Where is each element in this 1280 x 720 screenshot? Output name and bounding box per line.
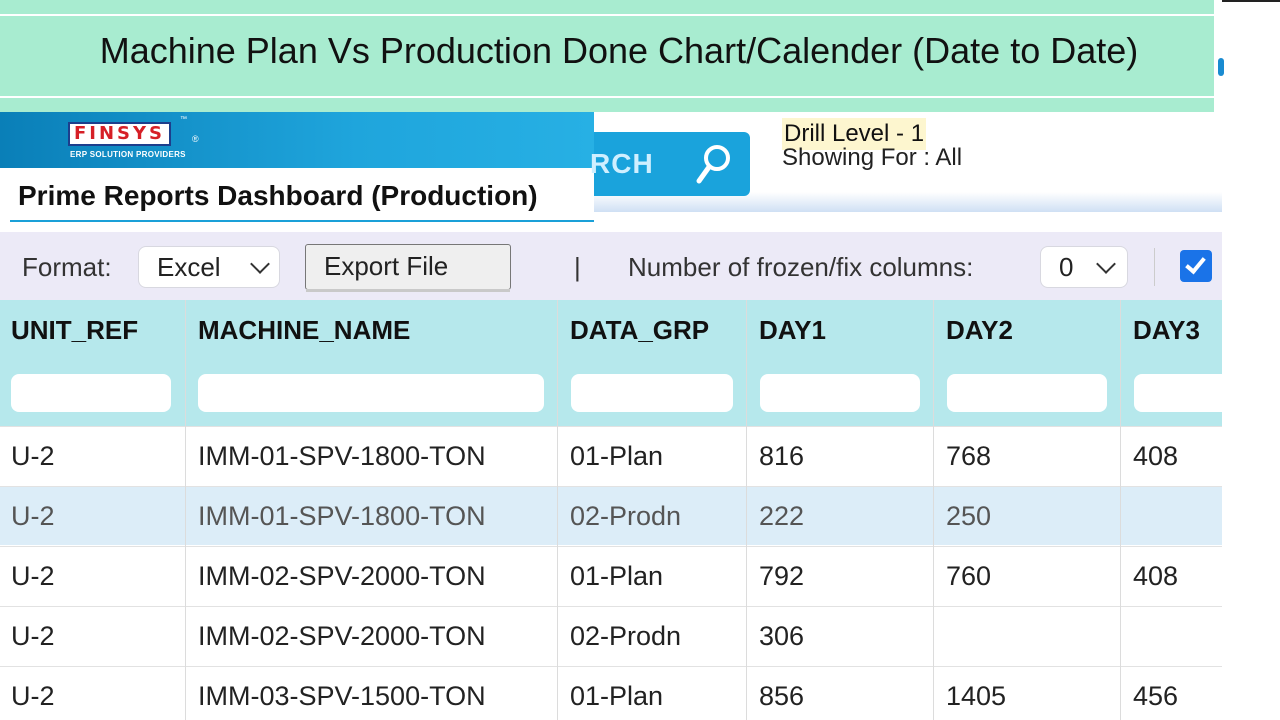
- toolbar-divider: [1154, 248, 1155, 286]
- table-row[interactable]: U-2 IMM-01-SPV-1800-TON 02-Prodn 222 250: [0, 486, 1222, 545]
- cell-data-grp: 02-Prodn: [570, 621, 682, 651]
- title-underline: [10, 220, 594, 222]
- cell-unit-ref: U-2: [11, 441, 55, 471]
- cell-data-grp: 02-Prodn: [570, 501, 682, 531]
- cell-unit-ref: U-2: [11, 621, 55, 651]
- cell-day3: 456: [1133, 681, 1179, 711]
- check-icon: [1185, 252, 1206, 275]
- logo-strip: FINSYS ™ ® ERP SOLUTION PROVIDERS: [0, 108, 594, 168]
- button-shadow: [306, 289, 510, 292]
- frozen-columns-value: 0: [1059, 252, 1074, 282]
- filter-input-unit-ref[interactable]: [11, 374, 171, 412]
- cell-day3: [1122, 607, 1133, 666]
- report-grid: UNIT_REF MACHINE_NAME DATA_GRP DAY1 DAY2…: [0, 300, 1222, 720]
- showing-for: Showing For : All: [782, 144, 963, 171]
- filter-input-data-grp[interactable]: [571, 374, 733, 412]
- cell-day1: 222: [759, 501, 805, 531]
- cell-machine-name: IMM-02-SPV-2000-TON: [198, 561, 486, 591]
- export-toolbar: Format: Excel Export File | Number of fr…: [0, 232, 1222, 300]
- frozen-columns-checkbox[interactable]: [1180, 250, 1212, 282]
- trademark-icon: ™: [180, 116, 187, 123]
- logo-wordmark: FINSYS: [68, 122, 172, 146]
- cell-unit-ref: U-2: [11, 681, 55, 711]
- filter-input-day1[interactable]: [760, 374, 920, 412]
- table-row[interactable]: U-2 IMM-02-SPV-2000-TON 02-Prodn 306: [0, 606, 1222, 665]
- table-row[interactable]: U-2 IMM-02-SPV-2000-TON 01-Plan 792 760 …: [0, 546, 1222, 605]
- column-header-data-grp[interactable]: DATA_GRP: [559, 300, 709, 360]
- export-file-button[interactable]: Export File: [305, 244, 511, 292]
- cell-day1: 856: [759, 681, 805, 711]
- filter-input-day2[interactable]: [947, 374, 1107, 412]
- chevron-down-icon: [250, 254, 270, 274]
- filter-input-day3[interactable]: [1134, 374, 1222, 412]
- banner-line-top: [0, 14, 1214, 16]
- column-header-day3[interactable]: DAY3: [1122, 300, 1200, 360]
- finsys-logo: FINSYS ™ ®: [68, 116, 199, 146]
- cell-machine-name: IMM-01-SPV-1800-TON: [198, 441, 486, 471]
- cell-machine-name: IMM-03-SPV-1500-TON: [198, 681, 486, 711]
- cell-unit-ref: U-2: [11, 501, 55, 531]
- banner-title: Machine Plan Vs Production Done Chart/Ca…: [99, 30, 1139, 71]
- registered-icon: ®: [192, 134, 199, 144]
- toolbar-separator: |: [574, 252, 581, 282]
- cell-day2: 768: [946, 441, 992, 471]
- cell-day3: [1122, 487, 1133, 546]
- logo-tagline: ERP SOLUTION PROVIDERS: [70, 150, 186, 159]
- banner-line-bottom: [0, 96, 1214, 98]
- format-select[interactable]: Excel: [138, 246, 280, 288]
- window-edge: [1218, 0, 1280, 720]
- dashboard-title: Prime Reports Dashboard (Production): [18, 180, 538, 211]
- column-divider[interactable]: [933, 300, 934, 720]
- column-divider[interactable]: [185, 300, 186, 720]
- brand-panel: FINSYS ™ ® ERP SOLUTION PROVIDERS Prime …: [0, 108, 594, 224]
- frozen-columns-label: Number of frozen/fix columns:: [628, 252, 974, 282]
- cell-day3: 408: [1133, 561, 1179, 591]
- column-header-machine-name[interactable]: MACHINE_NAME: [187, 300, 410, 360]
- table-row[interactable]: U-2 IMM-03-SPV-1500-TON 01-Plan 856 1405…: [0, 666, 1222, 720]
- export-file-label: Export File: [324, 251, 449, 281]
- column-divider[interactable]: [1120, 300, 1121, 720]
- search-button-label: RCH: [590, 148, 654, 179]
- column-divider[interactable]: [746, 300, 747, 720]
- chevron-down-icon: [1096, 254, 1116, 274]
- column-divider[interactable]: [557, 300, 558, 720]
- search-button[interactable]: RCH: [590, 132, 750, 196]
- cell-machine-name: IMM-01-SPV-1800-TON: [198, 501, 486, 531]
- cell-day1: 816: [759, 441, 805, 471]
- cell-day2: 250: [946, 501, 992, 531]
- edge-line: [1222, 0, 1280, 2]
- cell-data-grp: 01-Plan: [570, 561, 664, 591]
- cell-data-grp: 01-Plan: [570, 681, 664, 711]
- format-label: Format:: [22, 252, 112, 282]
- search-icon: [696, 145, 730, 184]
- grid-header-row: UNIT_REF MACHINE_NAME DATA_GRP DAY1 DAY2…: [0, 300, 1222, 360]
- cell-day1: 306: [759, 621, 805, 651]
- format-select-value: Excel: [157, 252, 221, 282]
- cell-data-grp: 01-Plan: [570, 441, 664, 471]
- dashboard-title-area: Prime Reports Dashboard (Production): [0, 168, 594, 224]
- table-row[interactable]: U-2 IMM-01-SPV-1800-TON 01-Plan 816 768 …: [0, 426, 1222, 485]
- cell-day2: [935, 607, 946, 666]
- filter-input-machine-name[interactable]: [198, 374, 544, 412]
- column-header-unit-ref[interactable]: UNIT_REF: [0, 300, 138, 360]
- column-header-day1[interactable]: DAY1: [748, 300, 826, 360]
- cell-day2: 760: [946, 561, 992, 591]
- cell-unit-ref: U-2: [11, 561, 55, 591]
- frozen-columns-select[interactable]: 0: [1040, 246, 1128, 288]
- column-header-day2[interactable]: DAY2: [935, 300, 1013, 360]
- cell-day1: 792: [759, 561, 805, 591]
- cell-day3: 408: [1133, 441, 1179, 471]
- cell-machine-name: IMM-02-SPV-2000-TON: [198, 621, 486, 651]
- grid-filter-row: [0, 360, 1222, 426]
- cell-day2: 1405: [946, 681, 1007, 711]
- title-banner: Machine Plan Vs Production Done Chart/Ca…: [0, 0, 1214, 112]
